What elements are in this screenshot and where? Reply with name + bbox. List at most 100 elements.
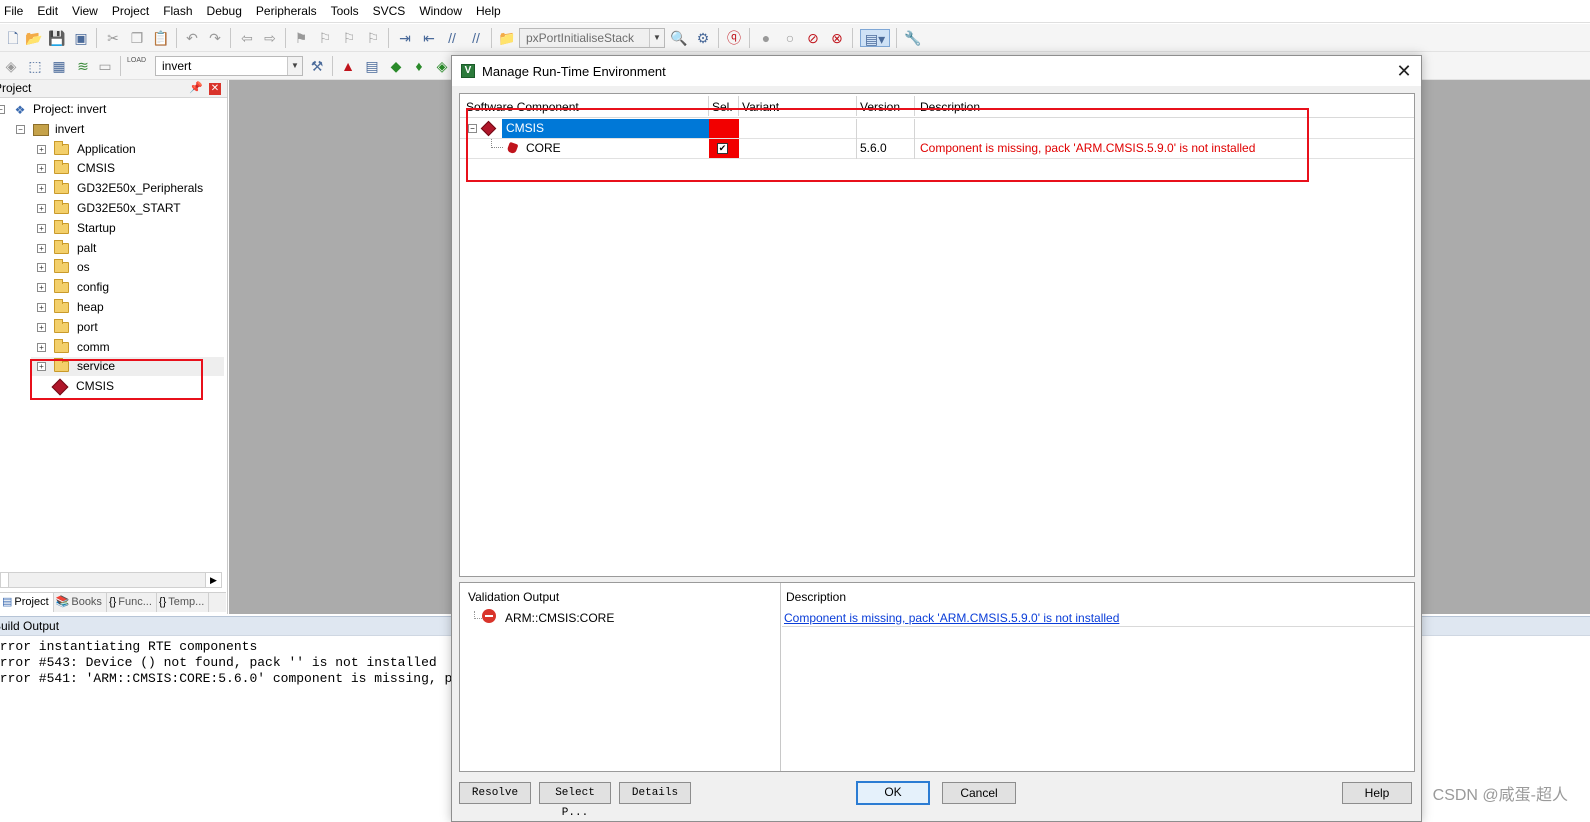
details-button[interactable]: Details	[619, 782, 691, 804]
target-combo[interactable]: invert ▼	[155, 56, 303, 76]
tree-group[interactable]: + comm	[37, 338, 110, 357]
tab-templates[interactable]: {} Temp...	[157, 593, 210, 612]
next-bookmark-icon[interactable]: ⚐	[340, 29, 358, 47]
batch-build-icon[interactable]: ≋	[74, 57, 92, 75]
cancel-button[interactable]: Cancel	[942, 782, 1016, 804]
menu-svcs[interactable]: SVCS	[366, 0, 413, 23]
window-layout-icon[interactable]: ▤▾	[860, 29, 890, 47]
menu-debug[interactable]: Debug	[200, 0, 249, 23]
validation-description-link[interactable]: Component is missing, pack 'ARM.CMSIS.5.…	[784, 611, 1119, 625]
manage-project-items-icon[interactable]: ▤	[363, 57, 381, 75]
menu-flash[interactable]: Flash	[156, 0, 199, 23]
new-file-icon[interactable]: 🗋	[4, 29, 22, 47]
expand-icon[interactable]: +	[37, 263, 46, 272]
tree-group[interactable]: + os	[37, 258, 90, 277]
menu-peripherals[interactable]: Peripherals	[249, 0, 324, 23]
expand-icon[interactable]: +	[37, 164, 46, 173]
cut-icon[interactable]: ✂	[104, 29, 122, 47]
tab-books[interactable]: 📚 Books	[54, 593, 107, 612]
tab-functions[interactable]: {} Func...	[107, 593, 157, 612]
close-icon[interactable]: ✕	[209, 83, 221, 95]
horizontal-scrollbar[interactable]: ▶	[0, 572, 222, 588]
expand-icon[interactable]: +	[37, 343, 46, 352]
select-packs-button[interactable]: Select P...	[539, 782, 611, 819]
menu-file[interactable]: File	[0, 0, 30, 23]
scroll-right-icon[interactable]: ▶	[205, 573, 221, 587]
configure-icon[interactable]: 🔧	[904, 29, 922, 47]
unindent-icon[interactable]: ⇤	[420, 29, 438, 47]
disable-all-breakpoints-icon[interactable]: ⊘	[804, 29, 822, 47]
expand-icon[interactable]: +	[37, 204, 46, 213]
expand-icon[interactable]: +	[37, 323, 46, 332]
menu-edit[interactable]: Edit	[30, 0, 65, 23]
chevron-down-icon[interactable]: ▼	[649, 29, 664, 47]
build-icon[interactable]: ⬚	[26, 57, 44, 75]
tree-group[interactable]: + CMSIS	[37, 159, 115, 178]
tree-group[interactable]: + GD32E50x_Peripherals	[37, 179, 203, 198]
tree-root[interactable]: − ❖ Project: invert	[0, 100, 106, 119]
find-icon[interactable]: 🔍	[670, 29, 688, 47]
menu-window[interactable]: Window	[412, 0, 469, 23]
tree-group[interactable]: + Startup	[37, 219, 116, 238]
resolve-button[interactable]: Resolve	[459, 782, 531, 804]
tree-group[interactable]: + GD32E50x_START	[37, 199, 181, 218]
save-icon[interactable]: 💾	[48, 29, 66, 47]
expand-icon[interactable]: +	[37, 184, 46, 193]
expand-icon[interactable]: +	[37, 303, 46, 312]
manage-rte-icon[interactable]: ◆	[387, 57, 405, 75]
expand-icon[interactable]: +	[37, 224, 46, 233]
target-options-icon[interactable]: ⚒	[308, 57, 326, 75]
nav-forward-icon[interactable]: ⇨	[261, 29, 279, 47]
file-extensions-icon[interactable]: ▲	[339, 57, 357, 75]
menu-view[interactable]: View	[65, 0, 105, 23]
indent-icon[interactable]: ⇥	[396, 29, 414, 47]
paste-icon[interactable]: 📋	[152, 29, 170, 47]
collapse-icon[interactable]: −	[16, 125, 25, 134]
prev-bookmark-icon[interactable]: ⚐	[316, 29, 334, 47]
tree-target[interactable]: − invert	[16, 120, 84, 139]
uncomment-icon[interactable]: //	[467, 29, 485, 47]
undo-icon[interactable]: ↶	[183, 29, 201, 47]
scroll-left-icon[interactable]	[1, 573, 9, 587]
menu-tools[interactable]: Tools	[324, 0, 366, 23]
tab-project[interactable]: ▤ Project	[0, 593, 54, 612]
debug-session-icon[interactable]: ⓠ	[725, 29, 743, 47]
tree-group[interactable]: + Application	[37, 140, 136, 159]
comment-icon[interactable]: //	[443, 29, 461, 47]
close-icon[interactable]: ✕	[1393, 60, 1415, 82]
bookmark-icon[interactable]: ⚑	[292, 29, 310, 47]
ok-button[interactable]: OK	[856, 781, 930, 805]
menu-project[interactable]: Project	[105, 0, 156, 23]
nav-back-icon[interactable]: ⇦	[238, 29, 256, 47]
save-all-icon[interactable]: ▣	[72, 29, 90, 47]
expand-icon[interactable]: +	[37, 283, 46, 292]
disable-breakpoint-icon[interactable]: ○	[781, 29, 799, 47]
chevron-down-icon[interactable]: ▼	[287, 57, 302, 75]
validation-item[interactable]: ARM::CMSIS:CORE	[505, 611, 614, 625]
tree-group[interactable]: + palt	[37, 239, 96, 258]
translate-icon[interactable]: ◈	[2, 57, 20, 75]
collapse-icon[interactable]: −	[0, 105, 5, 114]
copy-icon[interactable]: ❐	[128, 29, 146, 47]
kill-all-breakpoints-icon[interactable]: ⊗	[828, 29, 846, 47]
function-combo[interactable]: pxPortInitialiseStack ▼	[519, 28, 665, 48]
pack-installer-icon[interactable]: ◈	[433, 57, 451, 75]
tree-group[interactable]: + heap	[37, 298, 104, 317]
download-icon[interactable]: LOAD	[127, 57, 146, 75]
select-packs-icon[interactable]: ♦	[410, 57, 428, 75]
pin-icon[interactable]: 📌	[189, 80, 203, 97]
rebuild-icon[interactable]: ▦	[50, 57, 68, 75]
incremental-find-icon[interactable]: ⚙	[694, 29, 712, 47]
redo-icon[interactable]: ↷	[206, 29, 224, 47]
open-file-icon[interactable]: 📂	[25, 29, 43, 47]
tree-group[interactable]: + port	[37, 318, 98, 337]
expand-icon[interactable]: +	[37, 145, 46, 154]
find-in-files-icon[interactable]: 📁	[498, 29, 516, 47]
breakpoint-icon[interactable]: ●	[757, 29, 775, 47]
menu-help[interactable]: Help	[469, 0, 508, 23]
tree-group[interactable]: + config	[37, 278, 109, 297]
clear-bookmarks-icon[interactable]: ⚐	[364, 29, 382, 47]
expand-icon[interactable]: +	[37, 244, 46, 253]
help-button[interactable]: Help	[1342, 782, 1412, 804]
stop-build-icon[interactable]: ▭	[96, 57, 114, 75]
